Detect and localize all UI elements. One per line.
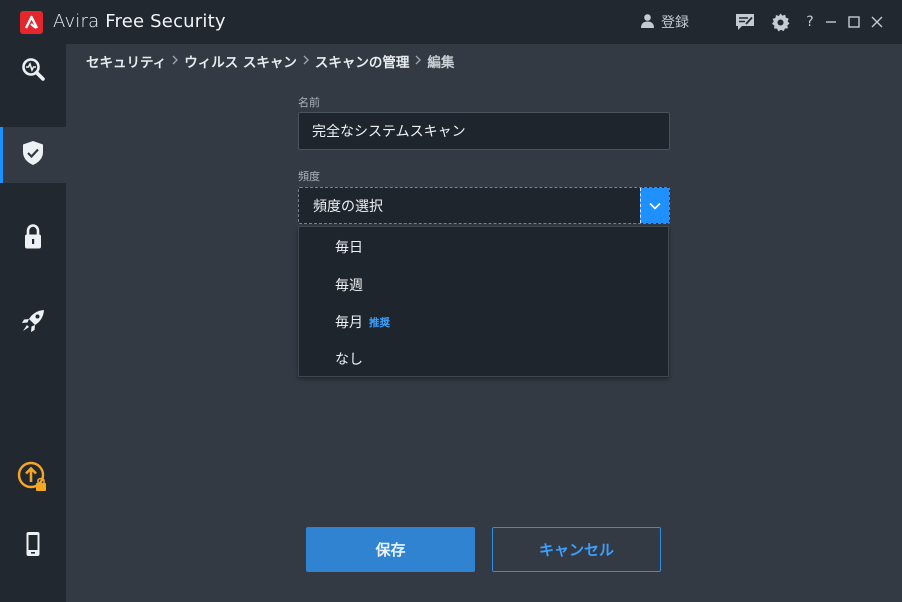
register-button[interactable]: 登録 — [640, 12, 689, 32]
maximize-icon[interactable] — [844, 12, 864, 32]
help-label: ? — [806, 14, 814, 30]
frequency-select[interactable]: 頻度の選択 — [298, 187, 670, 224]
app-title-product: Free Security — [105, 11, 226, 32]
sidebar — [0, 44, 66, 602]
chevron-right-icon — [414, 53, 422, 69]
title-bar: Avira Free Security 登録 ? — [0, 0, 902, 44]
help-icon[interactable]: ? — [800, 12, 820, 32]
sidebar-item-privacy[interactable] — [0, 211, 66, 267]
upgrade-icon — [17, 461, 49, 497]
breadcrumb-current: 編集 — [427, 55, 455, 71]
cancel-button[interactable]: キャンセル — [492, 527, 661, 572]
name-input[interactable] — [298, 112, 670, 150]
user-icon — [640, 13, 655, 32]
frequency-option-weekly[interactable]: 毎週 — [335, 275, 363, 295]
app-title: Avira Free Security — [53, 11, 226, 32]
frequency-dropdown: 毎日 毎週 毎月 推奨 なし — [298, 226, 669, 377]
breadcrumb-item[interactable]: セキュリティ — [86, 51, 166, 71]
option-label: 毎週 — [335, 278, 363, 294]
breadcrumb-item[interactable]: ウィルス スキャン — [184, 51, 297, 71]
frequency-label: 頻度 — [298, 170, 320, 183]
avira-logo-icon — [20, 11, 43, 34]
feedback-icon[interactable] — [735, 12, 755, 32]
sidebar-item-performance[interactable] — [0, 295, 66, 351]
sidebar-item-mobile[interactable] — [0, 518, 66, 574]
option-label: なし — [335, 352, 363, 368]
sidebar-item-security[interactable] — [0, 127, 66, 183]
chevron-right-icon — [302, 53, 310, 69]
chevron-right-icon — [171, 53, 179, 69]
lock-icon — [23, 224, 43, 254]
breadcrumb-item[interactable]: スキャンの管理 — [315, 51, 410, 71]
mobile-icon — [25, 531, 41, 561]
frequency-option-none[interactable]: なし — [335, 349, 363, 369]
breadcrumb: セキュリティ ウィルス スキャン スキャンの管理 編集 — [86, 51, 454, 71]
frequency-select-value: 頻度の選択 — [313, 198, 383, 215]
app-title-brand: Avira — [53, 11, 100, 32]
recommended-badge: 推奨 — [369, 316, 390, 329]
scan-icon — [20, 57, 46, 87]
option-label: 毎日 — [335, 240, 363, 256]
register-label: 登録 — [661, 15, 689, 31]
sidebar-item-status[interactable] — [0, 44, 66, 100]
frequency-option-monthly[interactable]: 毎月 推奨 — [335, 312, 390, 332]
name-label: 名前 — [298, 96, 320, 109]
close-icon[interactable] — [867, 12, 887, 32]
minimize-icon[interactable] — [821, 12, 841, 32]
shield-icon — [21, 140, 45, 170]
gear-icon[interactable] — [770, 12, 790, 32]
rocket-icon — [20, 308, 46, 338]
chevron-down-icon[interactable] — [640, 188, 669, 223]
save-button[interactable]: 保存 — [306, 527, 475, 572]
option-label: 毎月 — [335, 315, 363, 331]
frequency-option-daily[interactable]: 毎日 — [335, 237, 363, 257]
sidebar-item-upgrade[interactable] — [0, 451, 66, 507]
